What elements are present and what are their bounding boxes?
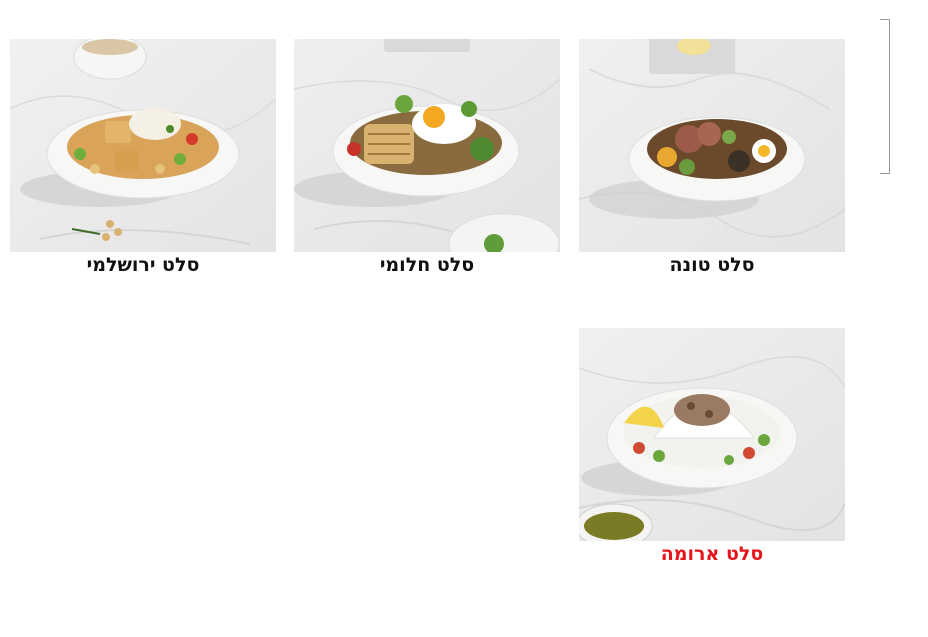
- menu-item-tuna[interactable]: סלט טונה: [579, 39, 845, 278]
- scroll-indicator[interactable]: [880, 19, 890, 174]
- menu-item-label[interactable]: סלט חלומי: [294, 252, 560, 278]
- tuna-salad-image[interactable]: [579, 39, 845, 252]
- halloumi-salad-image[interactable]: [294, 39, 560, 252]
- jerusalem-salad-image[interactable]: [10, 39, 276, 252]
- menu-item-jerusalem[interactable]: סלט ירושלמי: [10, 39, 276, 278]
- menu-item-label[interactable]: סלט ארומה: [579, 541, 845, 567]
- menu-item-label[interactable]: סלט טונה: [579, 252, 845, 278]
- menu-item-halloumi[interactable]: סלט חלומי: [294, 39, 560, 278]
- aroma-salad-image[interactable]: [579, 328, 845, 541]
- salad-menu-page: סלט טונה סלט חלומי סלט ירושלמי סלט ארומה: [0, 0, 928, 637]
- menu-item-label[interactable]: סלט ירושלמי: [10, 252, 276, 278]
- menu-item-aroma[interactable]: סלט ארומה: [579, 328, 845, 567]
